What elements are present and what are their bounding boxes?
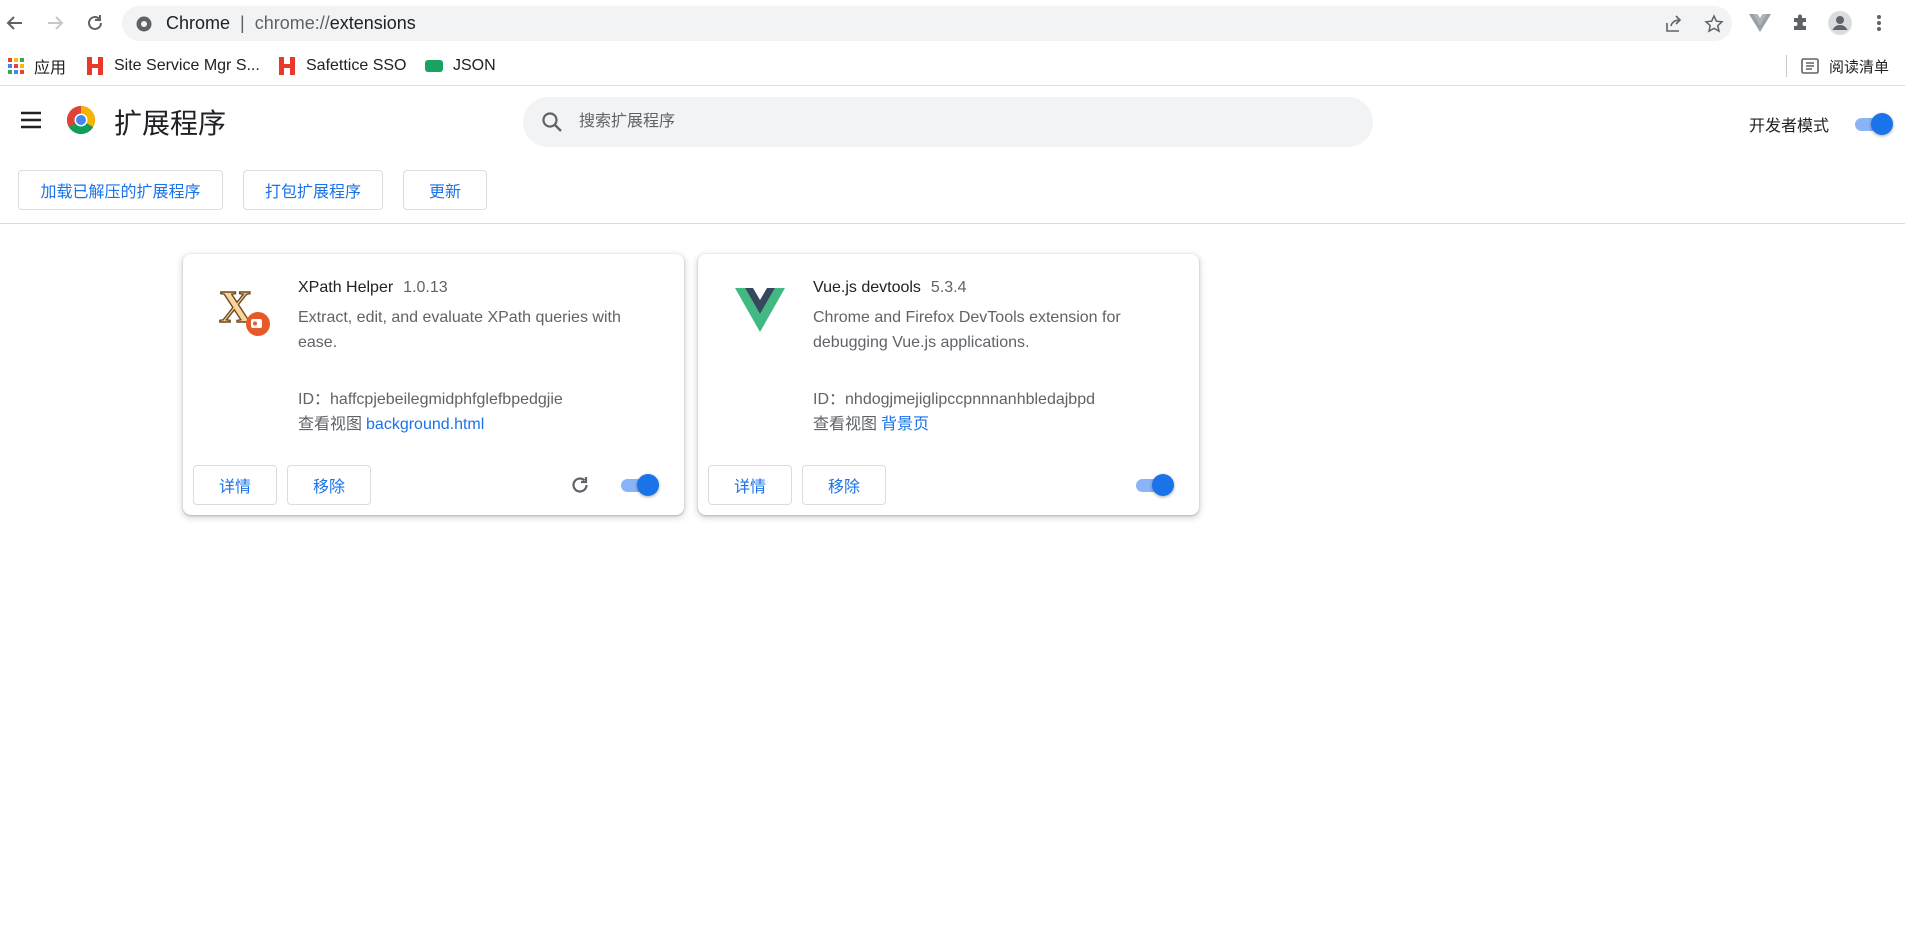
- xpath-helper-icon: X: [218, 282, 270, 336]
- extension-title: Vue.js devtools 5.3.4: [813, 279, 967, 297]
- huawei-h-icon: [87, 57, 103, 75]
- address-bar[interactable]: Chrome | chrome://extensions: [122, 6, 1732, 41]
- address-host-label: Chrome: [166, 13, 231, 33]
- chrome-logo-icon: [67, 106, 95, 134]
- inspect-view-link[interactable]: background.html: [366, 416, 484, 433]
- id-value: nhdogjmejiglipccpnnnanhbledajbpd: [845, 391, 1095, 408]
- extension-version: 5.3.4: [930, 279, 967, 296]
- toggle-knob: [637, 474, 659, 496]
- dev-mode-toggle[interactable]: [1853, 113, 1893, 135]
- reload-extension-icon[interactable]: [568, 473, 592, 497]
- vue-logo-icon: [1749, 14, 1771, 32]
- reading-list-button[interactable]: 阅读清单: [1801, 54, 1889, 78]
- remove-button[interactable]: 移除: [287, 465, 371, 505]
- extension-name: Vue.js devtools: [813, 279, 921, 296]
- extension-enable-toggle[interactable]: [619, 474, 659, 496]
- id-label: ID：: [813, 391, 846, 408]
- bookmark-label: JSON: [453, 57, 496, 74]
- reading-list-icon: [1801, 58, 1819, 74]
- address-path: extensions: [329, 13, 416, 33]
- huawei-h-icon: [279, 57, 295, 75]
- inspect-view-link[interactable]: 背景页: [881, 416, 929, 433]
- json-icon: [425, 60, 443, 72]
- profile-button[interactable]: [1827, 10, 1853, 36]
- pack-extension-button[interactable]: 打包扩展程序: [243, 170, 383, 210]
- hamburger-menu-icon: [21, 111, 41, 129]
- bookmark-label: Site Service Mgr S...: [114, 57, 260, 74]
- details-button[interactable]: 详情: [708, 465, 792, 505]
- bookmarks-divider: [1786, 55, 1787, 77]
- bookmark-site-service[interactable]: Site Service Mgr S...: [86, 54, 260, 78]
- bookmark-safettice-sso[interactable]: Safettice SSO: [278, 54, 407, 78]
- extensions-header: 扩展程序 开发者模式: [0, 87, 1905, 157]
- share-button[interactable]: [1662, 12, 1686, 36]
- bookmark-star-button[interactable]: [1702, 12, 1726, 36]
- id-value: haffcpjebeilegmidphfglefbpedgjie: [330, 391, 563, 408]
- developer-toolbar: 加载已解压的扩展程序 打包扩展程序 更新: [0, 157, 1905, 224]
- toggle-knob: [1871, 113, 1893, 135]
- inspect-views-label: 查看视图: [298, 416, 363, 433]
- extensions-menu-button[interactable]: [1787, 10, 1813, 36]
- extension-description: Extract, edit, and evaluate XPath querie…: [298, 309, 621, 351]
- update-button[interactable]: 更新: [403, 170, 487, 210]
- address-text: Chrome | chrome://extensions: [166, 13, 416, 33]
- chrome-site-icon: [136, 16, 152, 32]
- page-title: 扩展程序: [114, 108, 227, 139]
- extension-card-xpath-helper: X XPath Helper 1.0.13 Extract, edit, and …: [183, 254, 684, 515]
- id-label: ID：: [298, 391, 331, 408]
- reload-button[interactable]: [80, 8, 110, 38]
- extension-card-vue-devtools: Vue.js devtools 5.3.4 Chrome and Firefox …: [698, 254, 1199, 515]
- share-icon: [1666, 15, 1682, 32]
- reload-icon: [88, 15, 102, 30]
- details-button[interactable]: 详情: [193, 465, 277, 505]
- apps-grid-icon: [8, 58, 24, 74]
- more-vert-icon: [1877, 15, 1881, 31]
- extension-enable-toggle[interactable]: [1134, 474, 1174, 496]
- bookmarks-bar: 应用 Site Service Mgr S... Safettice SSO J…: [0, 46, 1905, 86]
- browser-toolbar: Chrome | chrome://extensions: [0, 0, 1905, 46]
- remove-button[interactable]: 移除: [802, 465, 886, 505]
- address-scheme: chrome://: [254, 13, 330, 33]
- bookmark-apps[interactable]: 应用: [8, 54, 66, 78]
- extension-id: ID：nhdogjmejiglipccpnnnanhbledajbpd: [813, 385, 1095, 409]
- vue-logo-icon: [735, 288, 785, 332]
- extension-id: ID：haffcpjebeilegmidphfglefbpedgjie: [298, 385, 563, 409]
- extension-description: Chrome and Firefox DevTools extension fo…: [813, 309, 1121, 351]
- vue-extension-button[interactable]: [1747, 10, 1773, 36]
- inspect-views: 查看视图 background.html: [298, 410, 484, 434]
- load-unpacked-button[interactable]: 加载已解压的扩展程序: [18, 170, 223, 210]
- extension-title: XPath Helper 1.0.13: [298, 279, 448, 297]
- avatar-icon: [1828, 11, 1852, 35]
- extension-name: XPath Helper: [298, 279, 394, 296]
- arrow-left-icon: [6, 16, 22, 30]
- reading-list-label: 阅读清单: [1829, 58, 1890, 76]
- search-input[interactable]: [579, 97, 1339, 147]
- dev-mode-label: 开发者模式: [1749, 118, 1830, 135]
- forward-button[interactable]: [40, 8, 70, 38]
- toggle-knob: [1152, 474, 1174, 496]
- star-icon: [1704, 14, 1724, 33]
- chrome-menu-button[interactable]: [1866, 10, 1892, 36]
- bookmark-json[interactable]: JSON: [425, 54, 496, 78]
- main-menu-button[interactable]: [20, 111, 46, 133]
- back-button[interactable]: [0, 8, 30, 38]
- inspect-views: 查看视图 背景页: [813, 410, 929, 434]
- puzzle-icon: [1794, 14, 1806, 30]
- arrow-right-icon: [48, 16, 64, 30]
- bookmark-label: 应用: [34, 60, 67, 77]
- bookmark-label: Safettice SSO: [306, 57, 407, 74]
- extension-search[interactable]: [523, 97, 1373, 147]
- inspect-views-label: 查看视图: [813, 416, 878, 433]
- extension-version: 1.0.13: [403, 279, 448, 296]
- search-icon: [542, 112, 562, 132]
